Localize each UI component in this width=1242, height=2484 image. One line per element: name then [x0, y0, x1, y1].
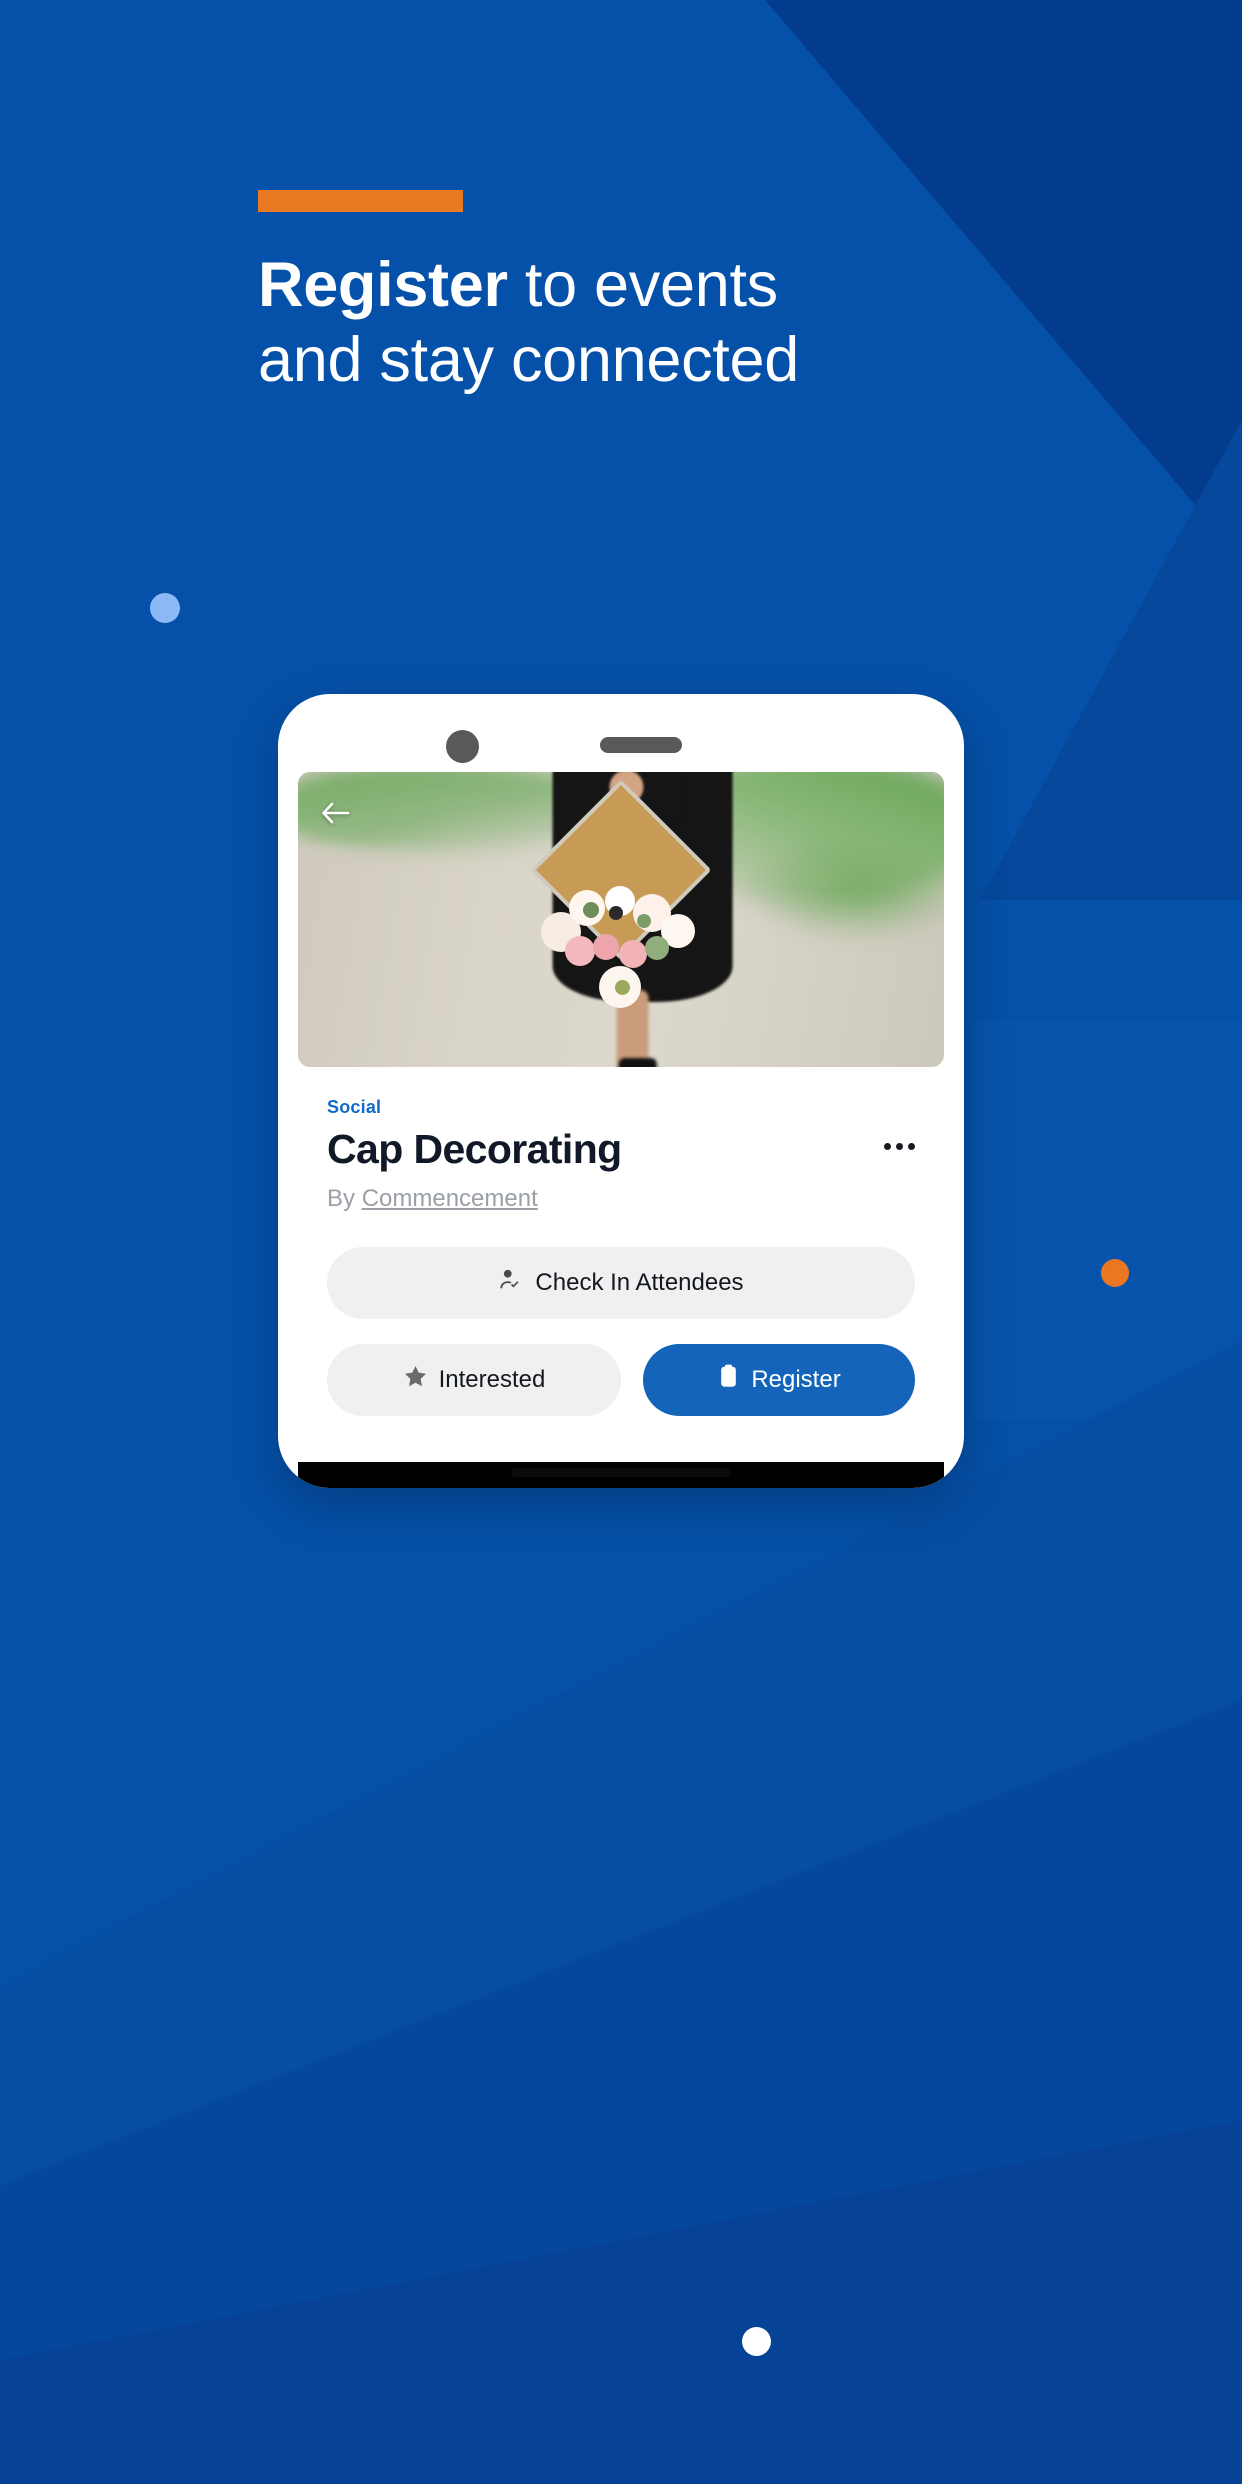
- clipboard-icon: [717, 1364, 740, 1396]
- check-in-attendees-button[interactable]: Check In Attendees: [327, 1247, 915, 1320]
- event-category: Social: [327, 1097, 382, 1117]
- app-screen: Social Cap Decorating By Commencement Ch…: [298, 772, 944, 1488]
- home-indicator: [511, 1468, 731, 1477]
- event-details-panel: Social Cap Decorating By Commencement Ch…: [298, 1067, 944, 1488]
- register-label: Register: [751, 1366, 841, 1394]
- action-button-row: Interested Register: [327, 1344, 915, 1417]
- white-dot: [742, 2327, 771, 2356]
- interested-button[interactable]: Interested: [327, 1344, 621, 1417]
- event-title: Cap Decorating: [327, 1126, 622, 1172]
- headline-strong: Register: [258, 250, 508, 320]
- event-title-row: Cap Decorating: [327, 1126, 915, 1172]
- more-options-icon[interactable]: [875, 1128, 915, 1158]
- interested-label: Interested: [438, 1366, 546, 1394]
- person-check-icon: [498, 1267, 524, 1300]
- orange-dot: [1101, 1259, 1129, 1287]
- promo-headline-block: Register to events and stay connected: [258, 190, 1018, 398]
- byline-prefix: By: [327, 1185, 362, 1213]
- back-arrow-icon[interactable]: [318, 796, 352, 830]
- page-title: Register to events and stay connected: [258, 248, 1018, 398]
- camera-icon: [446, 730, 479, 763]
- phone-mockup: Social Cap Decorating By Commencement Ch…: [278, 694, 964, 1488]
- register-button[interactable]: Register: [643, 1344, 915, 1417]
- earpiece-speaker: [600, 737, 682, 753]
- event-organizer-line: By Commencement: [327, 1185, 915, 1213]
- organizer-link[interactable]: Commencement: [362, 1185, 538, 1212]
- event-hero-image: [298, 772, 944, 1067]
- phone-top-bezel: [278, 694, 964, 772]
- light-blue-dot: [150, 593, 180, 623]
- star-icon: [403, 1364, 428, 1396]
- accent-bar: [258, 190, 463, 212]
- check-in-attendees-label: Check In Attendees: [535, 1269, 744, 1297]
- cap-flowers: [537, 884, 705, 1008]
- hero-figure-shoe: [618, 1058, 657, 1067]
- hero-grass-right-2: [744, 832, 944, 942]
